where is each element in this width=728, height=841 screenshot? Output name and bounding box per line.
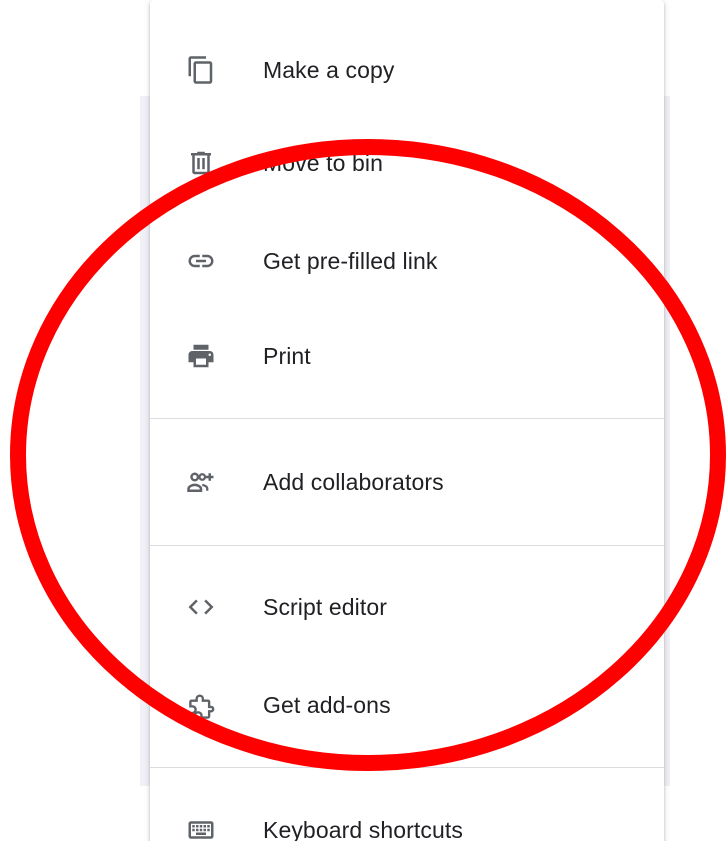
menu-divider: [150, 767, 664, 768]
menu-item-keyboard-shortcuts[interactable]: Keyboard shortcuts: [150, 798, 664, 841]
code-icon: [186, 592, 216, 622]
keyboard-icon: [186, 815, 216, 841]
menu-item-script-editor[interactable]: Script editor: [150, 575, 664, 639]
page-background-left: [140, 96, 150, 786]
menu-item-get-pre-filled-link[interactable]: Get pre-filled link: [150, 229, 664, 293]
menu-item-move-to-bin[interactable]: Move to bin: [150, 131, 664, 195]
menu-divider: [150, 545, 664, 546]
screenshot-stage: Make a copy Move to bin Get pre-filled l…: [0, 0, 728, 841]
more-options-menu: Make a copy Move to bin Get pre-filled l…: [150, 0, 664, 841]
menu-item-label: Get add-ons: [263, 691, 391, 718]
menu-divider: [150, 418, 664, 419]
menu-item-label: Print: [263, 342, 311, 369]
menu-item-label: Get pre-filled link: [263, 247, 438, 274]
copy-icon: [186, 55, 216, 85]
printer-icon: [186, 341, 216, 371]
page-background-right: [664, 96, 670, 786]
menu-item-make-a-copy[interactable]: Make a copy: [150, 38, 664, 102]
menu-item-label: Keyboard shortcuts: [263, 816, 463, 841]
menu-item-label: Move to bin: [263, 149, 383, 176]
add-people-icon: [186, 467, 216, 497]
menu-item-get-add-ons[interactable]: Get add-ons: [150, 673, 664, 737]
menu-item-label: Script editor: [263, 593, 388, 620]
menu-item-add-collaborators[interactable]: Add collaborators: [150, 450, 664, 514]
menu-item-print[interactable]: Print: [150, 324, 664, 388]
menu-item-label: Add collaborators: [263, 468, 444, 495]
puzzle-icon: [186, 690, 216, 720]
link-icon: [186, 246, 216, 276]
trash-icon: [186, 148, 216, 178]
menu-item-label: Make a copy: [263, 56, 395, 83]
